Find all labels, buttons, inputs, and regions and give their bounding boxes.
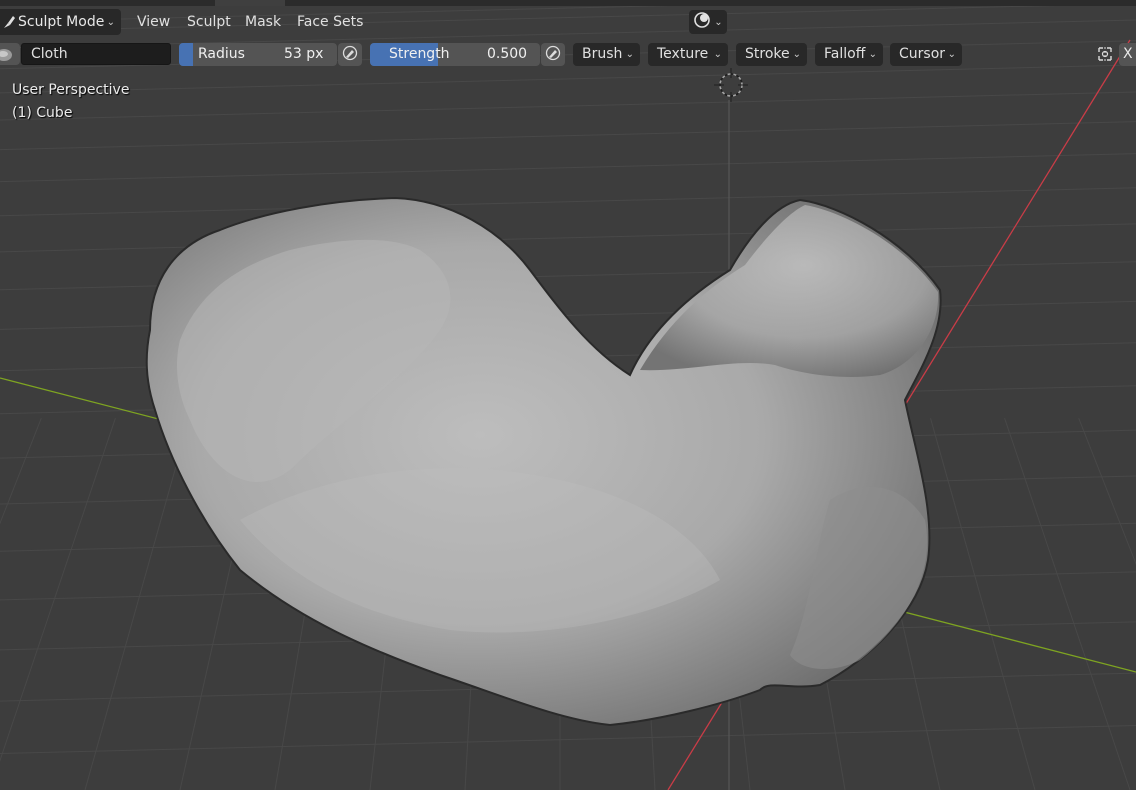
strength-slider[interactable]: Strength 0.500 — [370, 43, 540, 66]
radius-pressure-button[interactable] — [338, 43, 362, 66]
strength-pressure-button[interactable] — [541, 43, 565, 66]
cursor-dropdown-label: Cursor — [899, 46, 946, 62]
sculpt-brush-icon — [2, 14, 16, 30]
cursor-dropdown[interactable]: Cursor ⌄ — [890, 43, 962, 66]
falloff-dropdown-label: Falloff — [824, 46, 866, 62]
overlay-shading-button[interactable]: ⌄ — [689, 10, 727, 34]
radius-label: Radius — [198, 46, 245, 62]
strength-value: 0.500 — [487, 46, 528, 62]
brush-name-field[interactable]: Cloth — [21, 43, 171, 65]
chevron-down-icon: ⌄ — [947, 49, 956, 60]
pen-pressure-icon — [545, 45, 561, 65]
radius-slider-fill — [179, 43, 193, 66]
texture-dropdown-label: Texture — [657, 46, 709, 62]
viewport-canvas[interactable] — [0, 0, 1136, 790]
chevron-down-icon: ⌄ — [625, 49, 634, 60]
brush-thumbnail[interactable] — [0, 43, 20, 65]
sculpted-mesh[interactable] — [145, 196, 942, 727]
pen-pressure-icon — [342, 45, 358, 65]
viewport-header: Sculpt Mode ⌄ View Sculpt Mask Face Sets… — [0, 6, 1136, 38]
active-object-label: (1) Cube — [12, 105, 73, 121]
chevron-down-icon: ⌄ — [714, 16, 723, 28]
radius-slider[interactable]: Radius 53 px — [179, 43, 337, 66]
3d-cursor-icon — [707, 63, 755, 111]
mirror-x-toggle[interactable]: X — [1119, 43, 1136, 66]
radius-value: 53 px — [284, 46, 324, 62]
menu-face-sets[interactable]: Face Sets — [297, 11, 363, 33]
mode-label: Sculpt Mode — [18, 14, 105, 30]
menu-mask[interactable]: Mask — [245, 11, 281, 33]
brush-dropdown[interactable]: Brush ⌄ — [573, 43, 640, 66]
perspective-label: User Perspective — [12, 82, 130, 98]
strength-label: Strength — [389, 46, 450, 62]
chevron-down-icon: ⌄ — [868, 49, 877, 60]
menu-view[interactable]: View — [137, 11, 170, 33]
tool-settings-bar: Cloth Radius 53 px Strength 0.500 Brush … — [0, 38, 1136, 72]
overlay-shading-icon — [693, 11, 711, 33]
stroke-dropdown-label: Stroke — [745, 46, 790, 62]
menu-sculpt[interactable]: Sculpt — [187, 11, 231, 33]
symmetry-icon — [1096, 45, 1114, 67]
mode-selector[interactable]: Sculpt Mode ⌄ — [0, 9, 121, 35]
chevron-down-icon: ⌄ — [792, 49, 801, 60]
chevron-down-icon: ⌄ — [106, 16, 115, 28]
symmetry-button[interactable] — [1095, 46, 1115, 66]
3d-viewport[interactable]: Sculpt Mode ⌄ View Sculpt Mask Face Sets… — [0, 0, 1136, 790]
brush-dropdown-label: Brush — [582, 46, 623, 62]
falloff-dropdown[interactable]: Falloff ⌄ — [815, 43, 883, 66]
